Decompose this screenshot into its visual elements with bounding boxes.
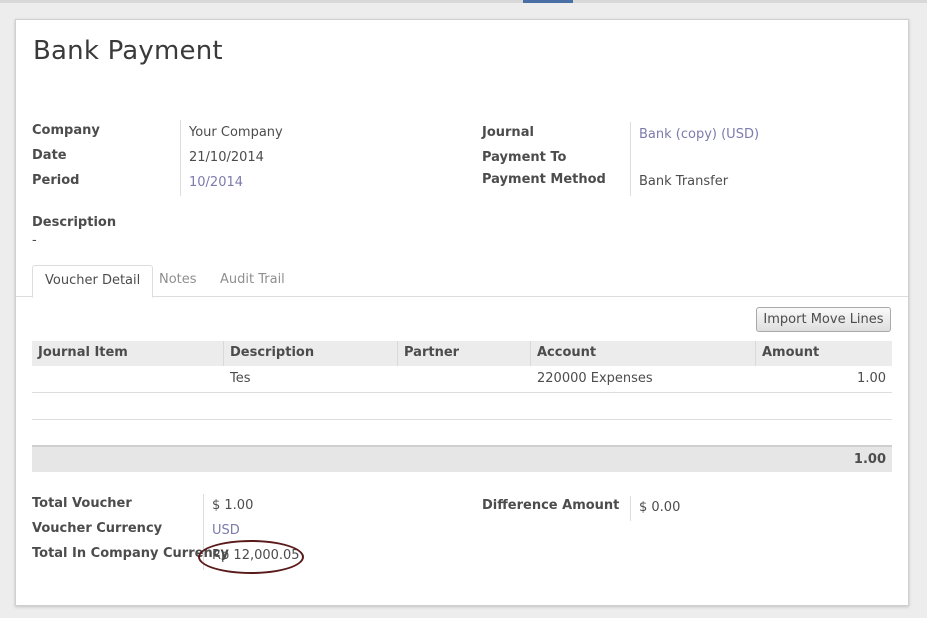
- left-field-separator: [180, 120, 181, 196]
- column-description[interactable]: Description: [224, 341, 398, 366]
- cell-amount: 1.00: [857, 371, 886, 386]
- period-label: Period: [32, 173, 80, 188]
- cell-journal-item: [32, 366, 224, 392]
- cell-account: 220000 Expenses: [537, 371, 653, 386]
- table-footer-total: 1.00: [32, 445, 892, 472]
- table-row-empty[interactable]: [32, 393, 892, 420]
- column-journal-item[interactable]: Journal Item: [32, 341, 224, 366]
- top-bar: [0, 0, 927, 3]
- company-label: Company: [32, 123, 100, 138]
- annotation-circle: [198, 540, 304, 574]
- description-label: Description: [32, 215, 117, 230]
- total-voucher-value: $ 1.00: [212, 498, 254, 513]
- right-field-separator: [630, 122, 631, 196]
- voucher-currency-label: Voucher Currency: [32, 521, 163, 536]
- difference-amount-label: Difference Amount: [482, 498, 620, 513]
- payment-method-label: Payment Method: [482, 172, 606, 187]
- date-value: 21/10/2014: [189, 150, 264, 165]
- voucher-currency-link[interactable]: USD: [212, 523, 240, 538]
- column-amount[interactable]: Amount: [756, 341, 892, 366]
- table-row[interactable]: Tes 220000 Expenses 1.00: [32, 366, 892, 393]
- payment-method-value: Bank Transfer: [639, 174, 729, 189]
- date-label: Date: [32, 148, 67, 163]
- period-link[interactable]: 10/2014: [189, 175, 243, 190]
- column-partner[interactable]: Partner: [398, 341, 531, 366]
- cell-partner: [398, 366, 531, 392]
- journal-link[interactable]: Bank (copy) (USD): [639, 127, 759, 142]
- voucher-lines-table: Journal Item Description Partner Account…: [32, 341, 892, 420]
- table-header: Journal Item Description Partner Account…: [32, 341, 892, 366]
- tab-audit-trail[interactable]: Audit Trail: [208, 265, 297, 297]
- page-title: Bank Payment: [33, 36, 223, 66]
- difference-amount-value: $ 0.00: [639, 500, 681, 515]
- column-account[interactable]: Account: [531, 341, 756, 366]
- amount-total: 1.00: [853, 452, 886, 467]
- form-sheet: Bank Payment Company Date Period Your Co…: [15, 19, 909, 606]
- total-voucher-label: Total Voucher: [32, 496, 132, 511]
- tab-notes[interactable]: Notes: [147, 265, 209, 297]
- tab-voucher-detail[interactable]: Voucher Detail: [32, 265, 154, 298]
- top-bar-active-indicator: [523, 0, 573, 3]
- notebook-tabs: Voucher Detail Notes Audit Trail: [16, 265, 908, 298]
- cell-description: Tes: [230, 371, 251, 386]
- journal-label: Journal: [482, 125, 534, 140]
- import-move-lines-button[interactable]: Import Move Lines: [756, 307, 891, 332]
- description-value: -: [32, 233, 37, 248]
- payment-to-label: Payment To: [482, 150, 567, 165]
- company-value: Your Company: [189, 125, 283, 140]
- difference-separator: [630, 496, 631, 521]
